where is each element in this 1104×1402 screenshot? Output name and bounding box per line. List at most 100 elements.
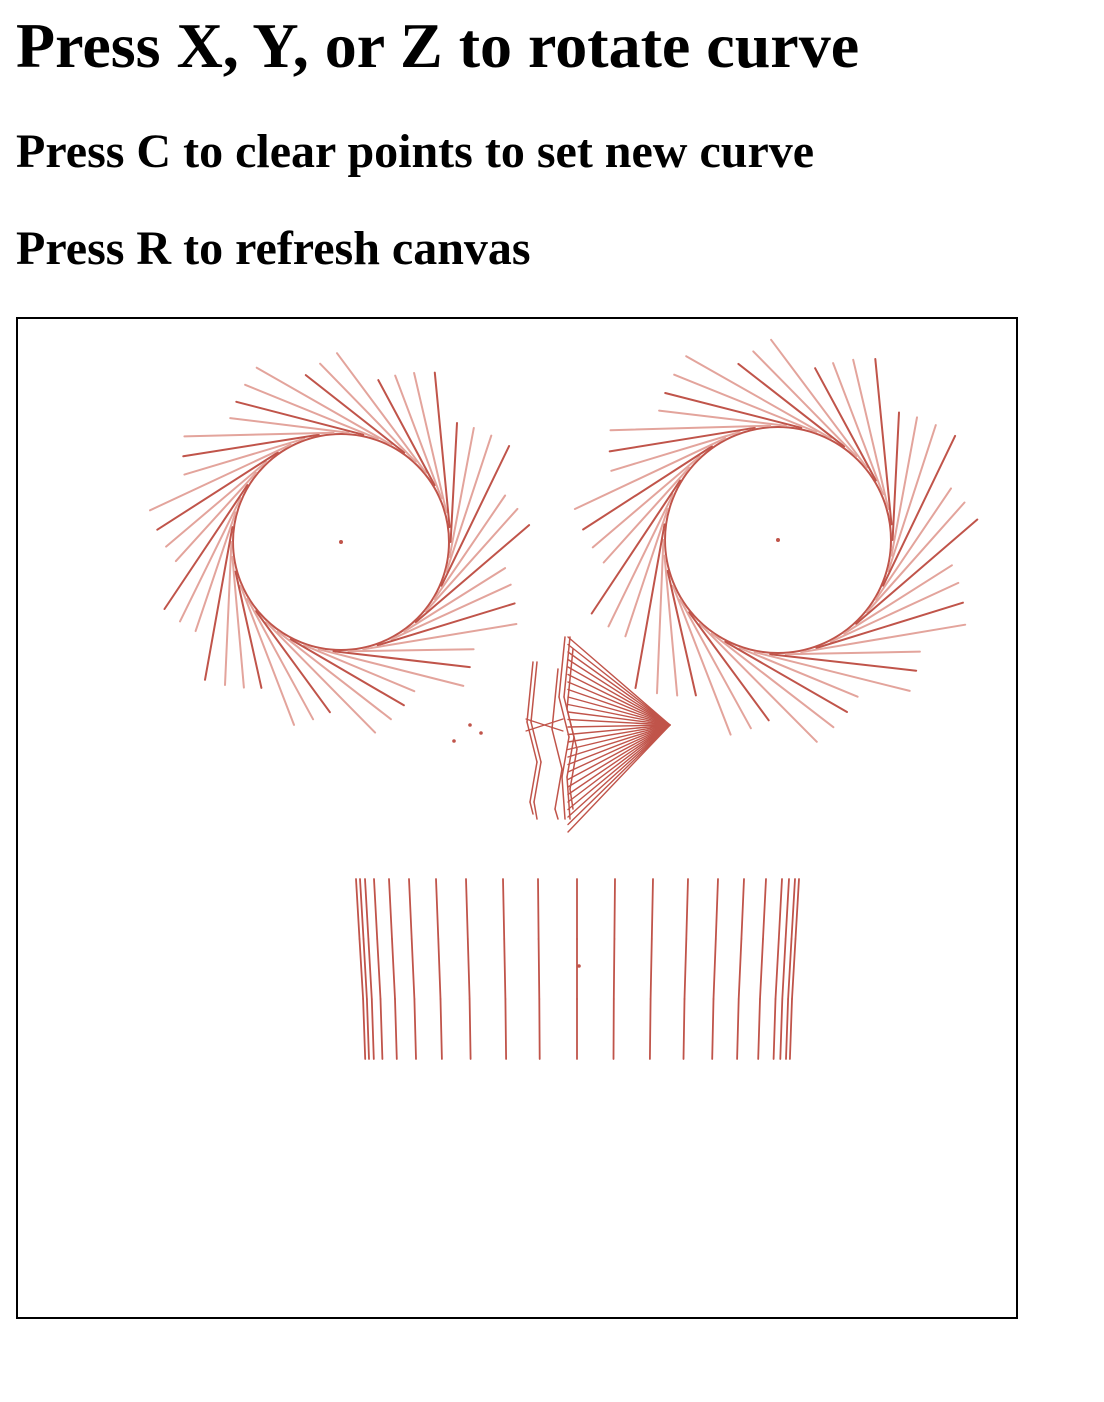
left-eye-stroke — [304, 374, 406, 454]
mouth-stroke — [740, 878, 745, 940]
mouth-stroke — [737, 938, 743, 1000]
nose-fan-stroke — [567, 636, 671, 726]
mouth-stroke — [413, 998, 417, 1060]
left-eye-stroke — [303, 644, 416, 693]
page: Press X, Y, or Z to rotate curve Press C… — [0, 0, 1104, 1402]
right-eye-stroke — [815, 601, 964, 649]
mouth-stroke — [437, 938, 442, 1000]
mouth-stroke — [791, 938, 797, 1000]
left-eye-stroke — [376, 602, 516, 647]
nose-zigzag-stroke — [566, 776, 571, 820]
left-eye-stroke — [239, 584, 295, 726]
left-eye-center — [339, 540, 343, 544]
right-eye-stroke — [608, 426, 756, 453]
left-eye-stroke — [182, 433, 320, 458]
mouth-stroke — [649, 938, 653, 1000]
mouth-stroke — [468, 998, 472, 1060]
nose-fan-stroke — [567, 724, 671, 766]
mouth-stroke — [785, 998, 789, 1060]
right-eye-stroke — [855, 518, 979, 625]
mouth-stroke — [649, 998, 652, 1060]
mouth-stroke — [772, 998, 777, 1060]
right-eye-stroke — [800, 623, 967, 654]
nose-fan-stroke — [567, 673, 671, 726]
mouth-stroke — [362, 938, 368, 1000]
nose-zigzag-stroke — [533, 761, 542, 803]
mouth-stroke — [362, 998, 367, 1060]
mouth-stroke — [376, 938, 382, 1000]
mouth-stroke — [364, 878, 370, 940]
mouth-stroke — [714, 878, 719, 940]
left-eye-stroke — [183, 437, 306, 476]
nose-zigzag-stroke — [558, 636, 566, 698]
mouth-stroke — [370, 998, 375, 1060]
left-eye-stroke — [336, 352, 427, 474]
mouth-stroke — [388, 878, 393, 940]
mouth-stroke — [762, 878, 767, 940]
right-eye-stroke — [737, 362, 846, 448]
mouth-stroke — [736, 998, 740, 1060]
mouth-stroke — [358, 938, 365, 1000]
nose-fan-stroke — [567, 724, 671, 796]
left-eye-stroke — [244, 383, 379, 440]
nose-fan-stroke — [567, 643, 671, 726]
nose-fan-stroke — [567, 666, 671, 726]
mouth-stroke — [503, 938, 507, 1000]
mouth-stroke — [355, 878, 361, 940]
mouth-stroke — [781, 938, 787, 1000]
mouth-stroke — [359, 878, 365, 940]
nose-zigzag-stroke — [529, 801, 534, 815]
mouth-stroke — [784, 878, 790, 940]
mouth-stroke — [537, 878, 540, 940]
right-eye-stroke — [610, 431, 741, 472]
mouth-stroke — [759, 938, 764, 1000]
mouth-stroke — [408, 878, 413, 940]
instruction-clear: Press C to clear points to set new curve — [16, 125, 815, 178]
mouth-center-dot — [577, 964, 581, 968]
nose-zigzag-stroke — [554, 808, 559, 820]
nose-zigzag-stroke — [551, 728, 563, 770]
stray-dot — [479, 731, 483, 735]
drawing-canvas[interactable] — [16, 317, 1018, 1319]
nose-zigzag-stroke — [529, 761, 538, 803]
nose-zigzag-stroke — [554, 768, 563, 810]
mouth-stroke — [435, 878, 440, 940]
mouth-stroke — [373, 878, 379, 940]
nose-zigzag-stroke — [533, 801, 538, 820]
left-eye-stroke — [165, 460, 268, 548]
mouth-stroke — [683, 938, 688, 1000]
instruction-refresh: Press R to refresh canvas — [16, 222, 531, 275]
mouth-stroke — [779, 998, 784, 1060]
right-eye-stroke — [770, 338, 868, 469]
stray-dot — [452, 739, 456, 743]
instruction-rotate: Press X, Y, or Z to rotate curve — [16, 10, 860, 81]
right-eye-center — [776, 538, 780, 542]
left-eye-stroke — [265, 621, 377, 734]
mouth-stroke — [777, 878, 783, 940]
mouth-stroke — [774, 938, 780, 1000]
mouth-stroke — [379, 998, 384, 1060]
nose-zigzag-stroke — [551, 668, 559, 730]
mouth-stroke — [365, 998, 370, 1060]
right-eye-stroke — [671, 584, 732, 736]
mouth-stroke — [794, 878, 800, 940]
nose-fan-stroke — [567, 724, 671, 773]
left-eye-stroke — [362, 623, 518, 651]
mouth-stroke — [367, 938, 373, 1000]
mouth-stroke — [787, 938, 793, 1000]
canvas-drawing — [149, 338, 979, 1060]
mouth-stroke — [682, 998, 686, 1060]
right-eye-stroke — [590, 479, 682, 615]
mouth-stroke — [712, 938, 717, 1000]
mouth-stroke — [613, 878, 616, 940]
mouth-stroke — [789, 998, 793, 1060]
nose-zigzag-stroke — [561, 776, 566, 820]
mouth-stroke — [410, 938, 416, 1000]
mouth-stroke — [650, 878, 654, 940]
mouth-stroke — [612, 938, 616, 1000]
mouth-stroke — [439, 998, 443, 1060]
left-eye-stroke — [255, 610, 331, 714]
right-eye-stroke — [698, 622, 818, 743]
mouth-stroke — [504, 998, 508, 1060]
right-eye-stroke — [688, 611, 770, 722]
